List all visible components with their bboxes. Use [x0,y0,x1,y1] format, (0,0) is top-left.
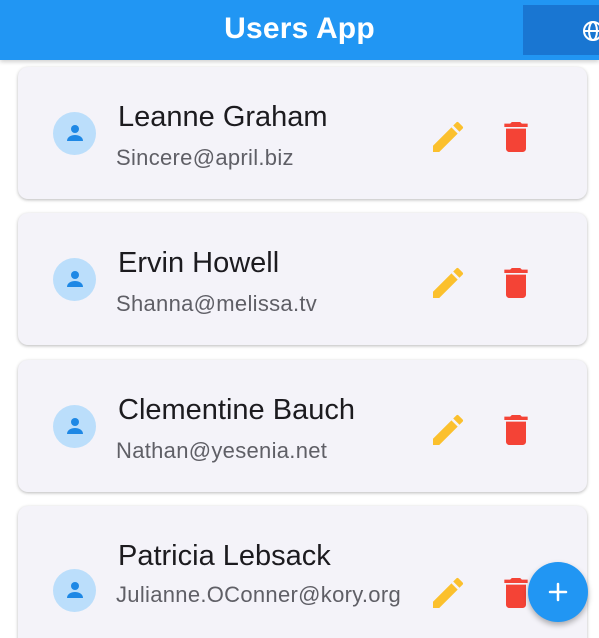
user-email: Sincere@april.biz [116,145,294,170]
edit-button[interactable] [428,263,468,303]
user-list[interactable]: Leanne Graham Sincere@april.biz Ervin Ho… [0,60,599,638]
edit-button[interactable] [428,117,468,157]
avatar [53,112,96,155]
person-icon [67,125,83,141]
user-name: Clementine Bauch [118,394,355,426]
user-name: Leanne Graham [118,101,328,133]
delete-button[interactable] [496,410,536,450]
user-email: Nathan@yesenia.net [116,438,328,463]
user-email: Julianne.OConner@kory.org [116,582,402,607]
pencil-icon [433,577,464,608]
pencil-icon [433,121,464,152]
edit-button[interactable] [428,410,468,450]
trash-icon [504,415,528,445]
avatar [53,569,96,612]
trash-icon [504,268,528,298]
avatar [53,405,96,448]
add-user-button[interactable] [528,562,588,622]
pencil-icon [433,267,464,298]
language-button[interactable] [523,5,599,55]
user-card: Ervin Howell Shanna@melissa.tv [18,213,587,345]
user-name: Ervin Howell [118,247,280,279]
avatar [53,258,96,301]
user-email: Shanna@melissa.tv [116,291,318,316]
person-icon [67,582,83,598]
globe-icon [583,21,599,41]
edit-button[interactable] [428,573,468,613]
person-icon [67,271,83,287]
user-card: Patricia Lebsack Julianne.OConner@kory.o… [18,506,587,638]
user-card: Leanne Graham Sincere@april.biz [18,67,587,199]
person-icon [67,418,83,434]
user-name: Patricia Lebsack [118,540,331,572]
pencil-icon [433,414,464,445]
app-bar: Users App [0,0,599,60]
app-title: Users App [224,12,375,45]
delete-button[interactable] [496,263,536,303]
plus-icon [548,582,568,602]
trash-icon [504,122,528,152]
user-card: Clementine Bauch Nathan@yesenia.net [18,360,587,492]
delete-button[interactable] [496,117,536,157]
